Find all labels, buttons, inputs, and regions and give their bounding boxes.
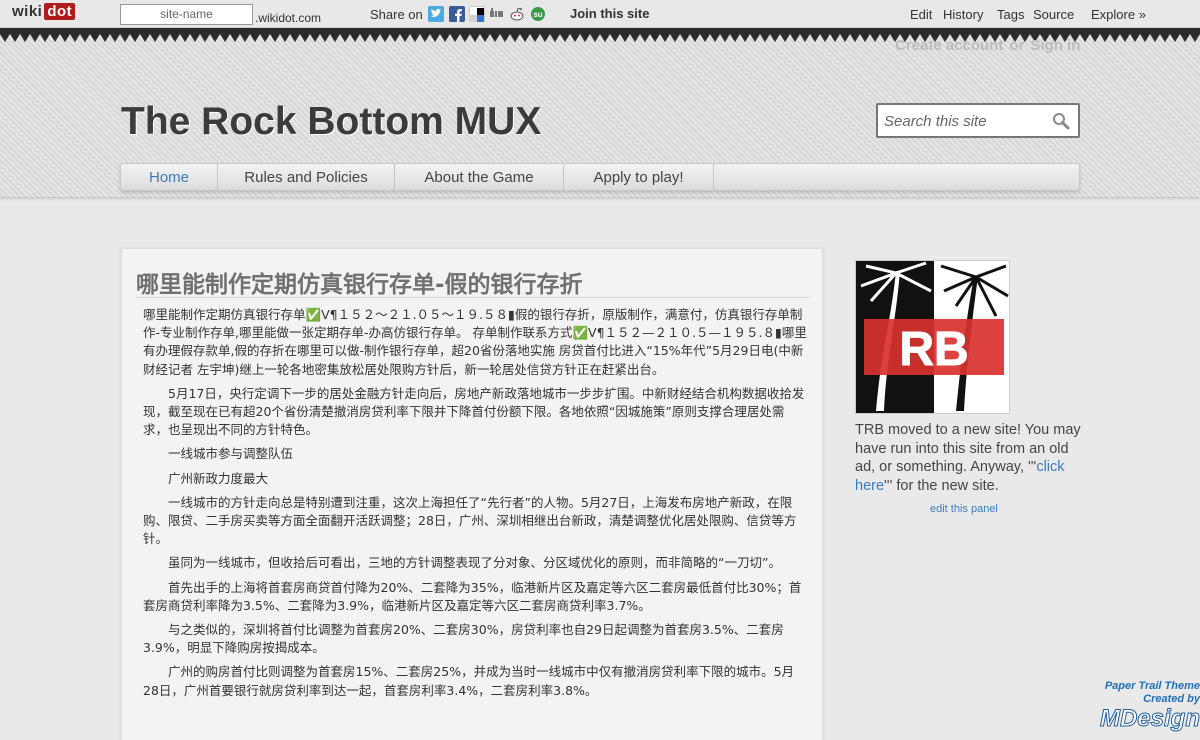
stumbleupon-icon[interactable]: su xyxy=(530,6,546,22)
create-account-link[interactable]: Create account xyxy=(895,37,1003,54)
body-paragraph: 虽同为一线城市，但收拾后可看出，三地的方针调整表现了分对象、分区域优化的原则，而… xyxy=(168,555,781,571)
nav-item-home[interactable]: Home xyxy=(121,164,218,192)
body-paragraph: 5月17日，央行定调下一步的居处金融方针走向后，房地产新政落地城市一步步扩围。中… xyxy=(143,385,805,438)
search-input[interactable]: Search this site xyxy=(884,113,987,130)
reddit-icon[interactable] xyxy=(509,6,525,22)
edit-link[interactable]: Edit xyxy=(910,7,932,22)
rb-logo-text: RB xyxy=(899,323,968,376)
share-on-label: Share on xyxy=(370,7,423,22)
wikidot-top-bar: wiki dot site-name .wikidot.com Share on … xyxy=(0,0,1200,28)
main-content: 哪里能制作定期仿真银行存单-假的银行存折 哪里能制作定期仿真银行存单✅V¶１５２… xyxy=(121,248,823,740)
body-paragraph: 与之类似的，深圳将首付比调整为首套房20%、二套房30%，房贷利率也自29日起调… xyxy=(143,622,784,656)
search-box: Search this site xyxy=(876,103,1080,138)
account-links: Create account or Sign in xyxy=(895,37,1086,54)
source-link[interactable]: Source xyxy=(1033,7,1074,22)
site-title[interactable]: The Rock Bottom MUX xyxy=(121,100,541,144)
explore-link[interactable]: Explore » xyxy=(1091,7,1146,22)
theme-credits[interactable]: Paper Trail Theme Created by MDesign xyxy=(1098,680,1200,732)
title-divider xyxy=(136,297,810,298)
main-navigation: Home Rules and Policies About the Game A… xyxy=(120,163,1080,192)
edit-panel-link[interactable]: edit this panel xyxy=(930,503,998,515)
sidebar-notice: TRB moved to a new site! You may have ru… xyxy=(855,421,1083,495)
site-name-input[interactable]: site-name xyxy=(120,4,253,25)
page-title: 哪里能制作定期仿真银行存单-假的银行存折 xyxy=(136,272,583,298)
page-body: 哪里能制作定期仿真银行存单✅V¶１５２～２１.０５～１９.５８▮假的银行存折，原… xyxy=(143,306,807,706)
nav-item-rules-and-policies[interactable]: Rules and Policies xyxy=(218,164,395,192)
nav-item-about-the-game[interactable]: About the Game xyxy=(395,164,564,192)
account-or-text: or xyxy=(1009,37,1025,54)
twitter-icon[interactable] xyxy=(428,6,444,22)
join-site-link[interactable]: Join this site xyxy=(570,6,649,21)
rb-logo-image: RB xyxy=(855,260,1010,414)
facebook-icon[interactable] xyxy=(449,6,465,22)
wikidot-domain-label: .wikidot.com xyxy=(255,11,322,25)
logo-dot-text: dot xyxy=(44,3,76,20)
sign-in-link[interactable]: Sign in xyxy=(1030,37,1080,54)
body-paragraph: 一线城市的方针走向总是特别遭到注重，这次上海担任了“先行者”的人物。5月27日，… xyxy=(143,494,797,547)
digg-icon[interactable] xyxy=(489,6,505,22)
body-paragraph: 哪里能制作定期仿真银行存单✅V¶１５２～２１.０５～１９.５８▮假的银行存折，原… xyxy=(143,307,807,377)
nav-item-apply-to-play[interactable]: Apply to play! xyxy=(564,164,714,192)
body-paragraph: 一线城市参与调整队伍 xyxy=(168,446,294,462)
history-link[interactable]: History xyxy=(943,7,983,22)
search-icon[interactable] xyxy=(1052,112,1070,130)
logo-wiki-text: wiki xyxy=(12,3,43,20)
sidebar-notice-text-end: ''' for the new site. xyxy=(884,477,999,494)
wikidot-logo[interactable]: wiki dot xyxy=(12,3,76,20)
delicious-icon[interactable] xyxy=(469,6,485,22)
body-paragraph: 广州新政力度最大 xyxy=(168,470,269,486)
body-paragraph: 广州的购房首付比则调整为首套房15%、二套房25%，并成为当时一线城市中仅有撤消… xyxy=(143,664,795,698)
tags-link[interactable]: Tags xyxy=(997,7,1024,22)
designer-name: MDesign xyxy=(1099,705,1200,732)
svg-text:su: su xyxy=(533,10,542,19)
header-shadow xyxy=(0,197,1200,201)
theme-name: Paper Trail Theme xyxy=(1104,680,1200,692)
body-paragraph: 首先出手的上海将首套房商贷首付降为20%、二套降为35%，临港新片区及嘉定等六区… xyxy=(143,579,802,613)
